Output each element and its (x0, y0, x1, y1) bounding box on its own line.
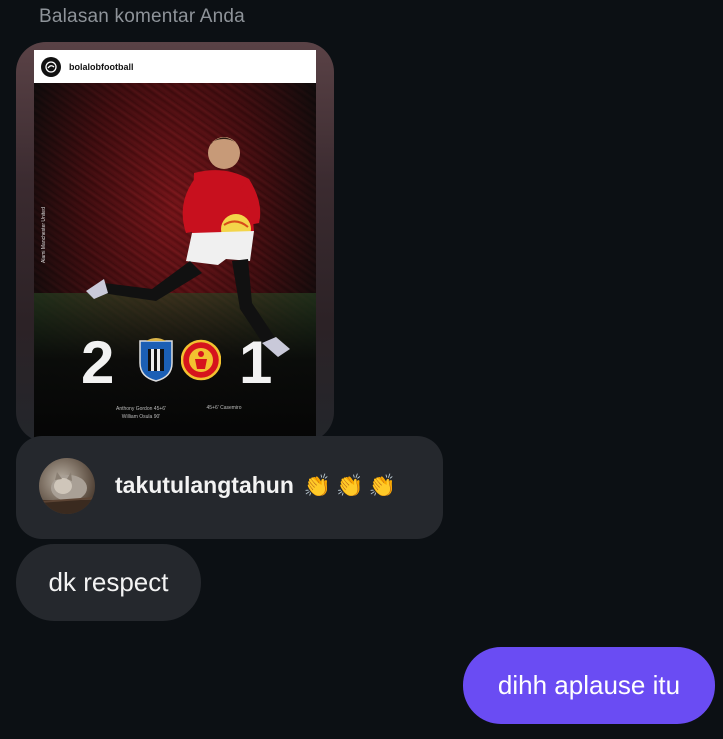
cat-photo-icon (39, 472, 95, 514)
reply-caption: Balasan komentar Anda (39, 6, 245, 27)
score-home: 2 (81, 329, 115, 396)
scorer-away-1: 45+6' Casemiro (206, 405, 242, 411)
post-account-avatar (41, 56, 61, 77)
incoming-message-text: dk respect (48, 567, 169, 597)
dm-thread: Balasan komentar Anda bolalobfootball Al… (0, 0, 723, 739)
photo-credit: Alami Manchester United (41, 207, 47, 263)
scorer-home-1: Anthony Gordon 45+6' (115, 406, 167, 412)
scorers-away: 45+6' Casemiro (194, 405, 254, 411)
man-united-crest-icon (181, 339, 221, 381)
scorers-home: Anthony Gordon 45+6' William Osula 90' (96, 405, 186, 421)
shared-post-card[interactable]: bolalobfootball Alami Manchester United (16, 42, 334, 442)
comment-content: takutulangtahun 👏👏👏 (115, 472, 401, 499)
clapping-hands-icon: 👏👏👏 (303, 472, 402, 498)
scorer-home-2: William Osula 90' (121, 414, 161, 420)
commenter-username: takutulangtahun (115, 472, 294, 498)
comment-bubble[interactable]: takutulangtahun 👏👏👏 (16, 436, 443, 539)
outgoing-message-bubble[interactable]: dihh aplause itu (463, 647, 715, 724)
shared-post-header: bolalobfootball (34, 50, 316, 83)
post-photo: Alami Manchester United 2 1 Anthony Gord… (34, 83, 316, 442)
incoming-message-bubble[interactable]: dk respect (16, 544, 201, 621)
post-account-username: bolalobfootball (69, 61, 134, 72)
commenter-avatar[interactable] (39, 458, 95, 514)
score-away: 1 (239, 329, 273, 396)
account-logo-icon (45, 60, 57, 73)
newcastle-crest-icon (139, 338, 173, 382)
outgoing-message-text: dihh aplause itu (497, 670, 681, 700)
shared-post-preview[interactable]: bolalobfootball Alami Manchester United (34, 50, 316, 442)
